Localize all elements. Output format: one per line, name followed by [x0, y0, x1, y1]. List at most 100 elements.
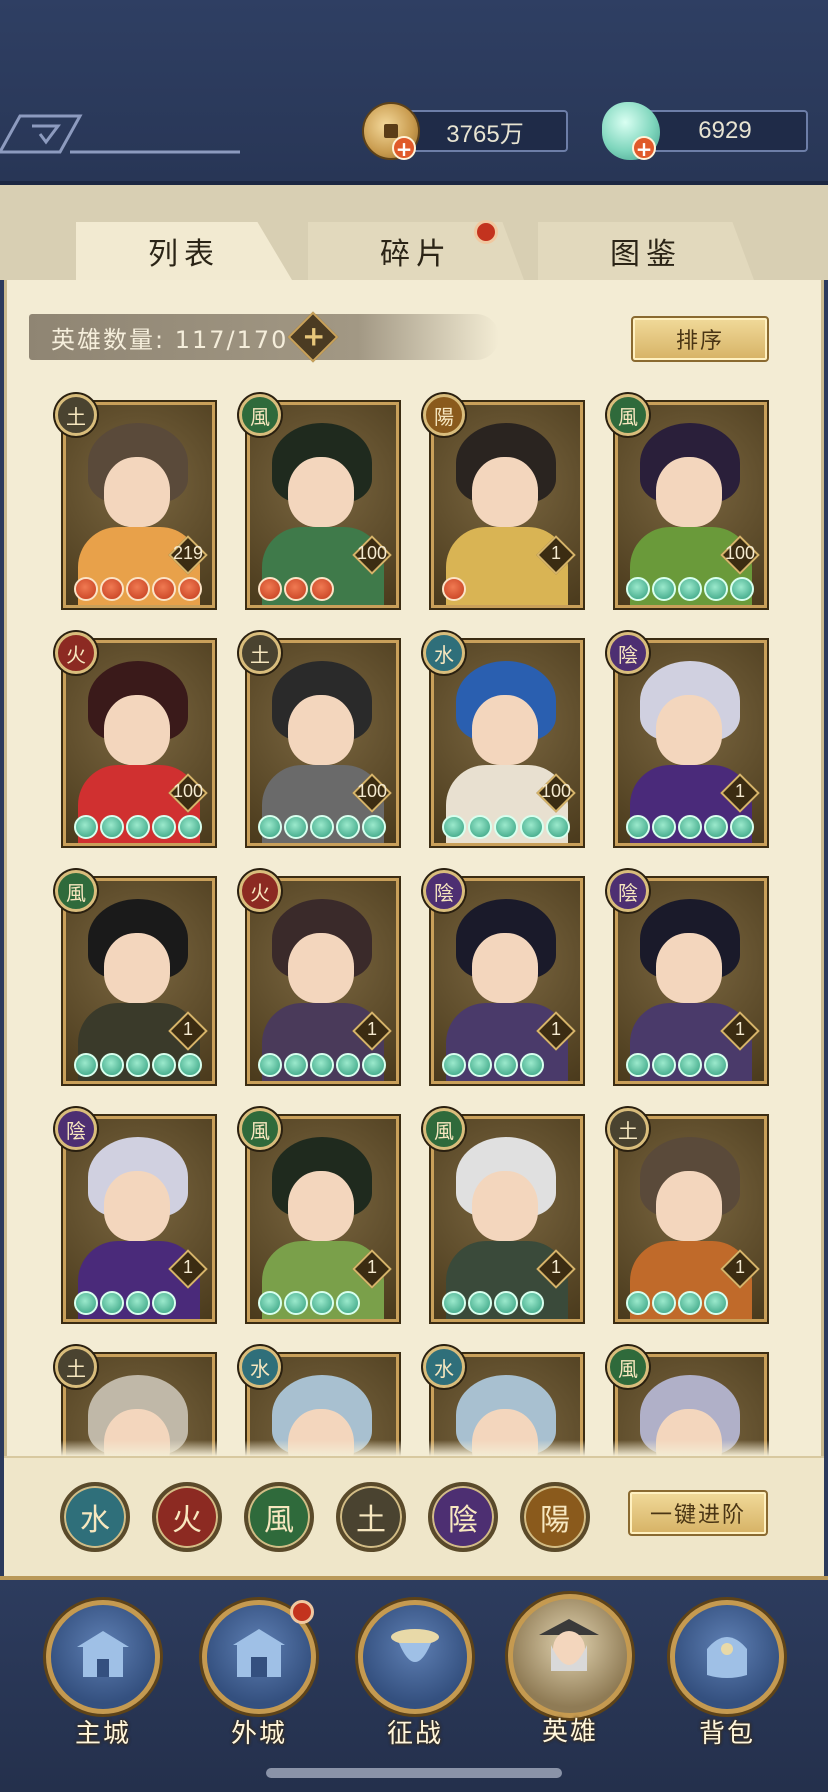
- hero-level: 1: [366, 1257, 377, 1277]
- element-badge-icon: 水: [423, 1346, 465, 1388]
- nav-heroes[interactable]: 英雄: [508, 1594, 632, 1747]
- nav-campaign[interactable]: 征战: [358, 1600, 472, 1749]
- filter-fire-button[interactable]: 火: [152, 1482, 222, 1552]
- jade-star-icon: [626, 815, 650, 839]
- jade-star-icon: [652, 1291, 676, 1315]
- jade-star-icon: [678, 577, 702, 601]
- element-badge-icon: 陰: [607, 632, 649, 674]
- jade-star-icon: [126, 815, 150, 839]
- hero-level-badge: 1: [352, 1249, 392, 1289]
- hero-stars: [626, 1291, 728, 1315]
- element-badge-icon: 風: [239, 1108, 281, 1150]
- hero-level: 100: [540, 781, 572, 801]
- jade-star-icon: [442, 1291, 466, 1315]
- hero-level: 1: [182, 1019, 193, 1039]
- jade-star-icon: [152, 1291, 176, 1315]
- hero-level-badge: 1: [536, 1249, 576, 1289]
- tab-atlas[interactable]: 图鉴: [538, 222, 754, 280]
- jade-star-icon: [704, 577, 728, 601]
- element-badge-icon: 風: [607, 1346, 649, 1388]
- nav-campaign-label: 征战: [386, 1719, 443, 1749]
- jade-star-icon: [626, 1053, 650, 1077]
- jade-star-icon: [652, 577, 676, 601]
- jade-star-icon: [178, 1053, 202, 1077]
- nav-main-city[interactable]: 主城: [46, 1600, 160, 1749]
- jade-star-icon: [704, 815, 728, 839]
- hero-level: 1: [550, 1257, 561, 1277]
- filter-yin-button[interactable]: 陰: [428, 1482, 498, 1552]
- hero-level: 1: [550, 1019, 561, 1039]
- hero-grid: 219 土 100 風 1 陽 100 風 100 火 100 土 100 水 1 陰 1 風 1 火 1 陰 1 陰 1 陰 1 風…: [7, 280, 821, 1456]
- jade-star-icon: [704, 1291, 728, 1315]
- jade-star-icon: [494, 1291, 518, 1315]
- hero-stars: [74, 815, 202, 839]
- hero-stars: [258, 1053, 386, 1077]
- filter-earth-button[interactable]: 土: [336, 1482, 406, 1552]
- add-shells-button[interactable]: +: [632, 136, 656, 160]
- jade-star-icon: [74, 1053, 98, 1077]
- coin-amount: 3765万: [402, 110, 568, 152]
- tab-list[interactable]: 列表: [76, 222, 292, 280]
- element-badge-icon: 土: [55, 394, 97, 436]
- jade-star-icon: [284, 815, 308, 839]
- jade-star-icon: [494, 1053, 518, 1077]
- nav-backpack-label: 背包: [698, 1719, 755, 1749]
- shell-amount: 6929: [642, 110, 808, 152]
- element-badge-icon: 土: [607, 1108, 649, 1150]
- jade-star-icon: [442, 1053, 466, 1077]
- element-badge-icon: 風: [607, 394, 649, 436]
- jade-star-icon: [730, 815, 754, 839]
- jade-star-icon: [100, 1291, 124, 1315]
- element-badge-icon: 土: [239, 632, 281, 674]
- hero-level-badge: 100: [536, 773, 576, 813]
- jade-star-icon: [494, 815, 518, 839]
- filter-wind-button[interactable]: 風: [244, 1482, 314, 1552]
- outer-city-icon: [233, 1629, 285, 1677]
- jade-star-icon: [730, 577, 754, 601]
- jade-star-icon: [520, 815, 544, 839]
- jade-star-icon: [310, 815, 334, 839]
- jade-star-icon: [152, 815, 176, 839]
- element-badge-icon: 風: [239, 394, 281, 436]
- red-star-icon: [100, 577, 124, 601]
- filter-yang-button[interactable]: 陽: [520, 1482, 590, 1552]
- jade-star-icon: [284, 1291, 308, 1315]
- add-coins-button[interactable]: +: [392, 136, 416, 160]
- hero-level: 100: [172, 781, 204, 801]
- jade-star-icon: [258, 1053, 282, 1077]
- filter-water-button[interactable]: 水: [60, 1482, 130, 1552]
- hero-level: 1: [366, 1019, 377, 1039]
- home-indicator: [266, 1768, 562, 1778]
- jade-star-icon: [678, 1291, 702, 1315]
- jade-star-icon: [468, 1053, 492, 1077]
- hero-level-badge: 219: [168, 535, 208, 575]
- jade-star-icon: [546, 815, 570, 839]
- element-badge-icon: 陰: [423, 870, 465, 912]
- jade-star-icon: [626, 577, 650, 601]
- jade-star-icon: [442, 815, 466, 839]
- jade-star-icon: [362, 815, 386, 839]
- red-star-icon: [258, 577, 282, 601]
- hero-level: 100: [356, 543, 388, 563]
- bottom-nav: 主城 外城 征战 英雄 背包: [0, 1576, 828, 1792]
- jade-star-icon: [336, 815, 360, 839]
- hero-stars: [626, 577, 754, 601]
- jade-star-icon: [284, 1053, 308, 1077]
- nav-backpack[interactable]: 背包: [670, 1600, 784, 1749]
- hero-level-badge: 100: [168, 773, 208, 813]
- hero-icon: [539, 1619, 599, 1671]
- red-star-icon: [442, 577, 466, 601]
- one-click-advance-button[interactable]: 一键进阶: [628, 1490, 768, 1536]
- hero-stars: [442, 1291, 544, 1315]
- jade-star-icon: [258, 1291, 282, 1315]
- jade-star-icon: [100, 815, 124, 839]
- hero-level: 1: [550, 543, 561, 563]
- hero-stars: [442, 1053, 544, 1077]
- jade-star-icon: [100, 1053, 124, 1077]
- hero-level-badge: 100: [352, 773, 392, 813]
- jade-star-icon: [704, 1053, 728, 1077]
- hero-level: 1: [734, 781, 745, 801]
- hero-stars: [258, 577, 334, 601]
- hero-stars: [442, 815, 570, 839]
- element-badge-icon: 水: [423, 632, 465, 674]
